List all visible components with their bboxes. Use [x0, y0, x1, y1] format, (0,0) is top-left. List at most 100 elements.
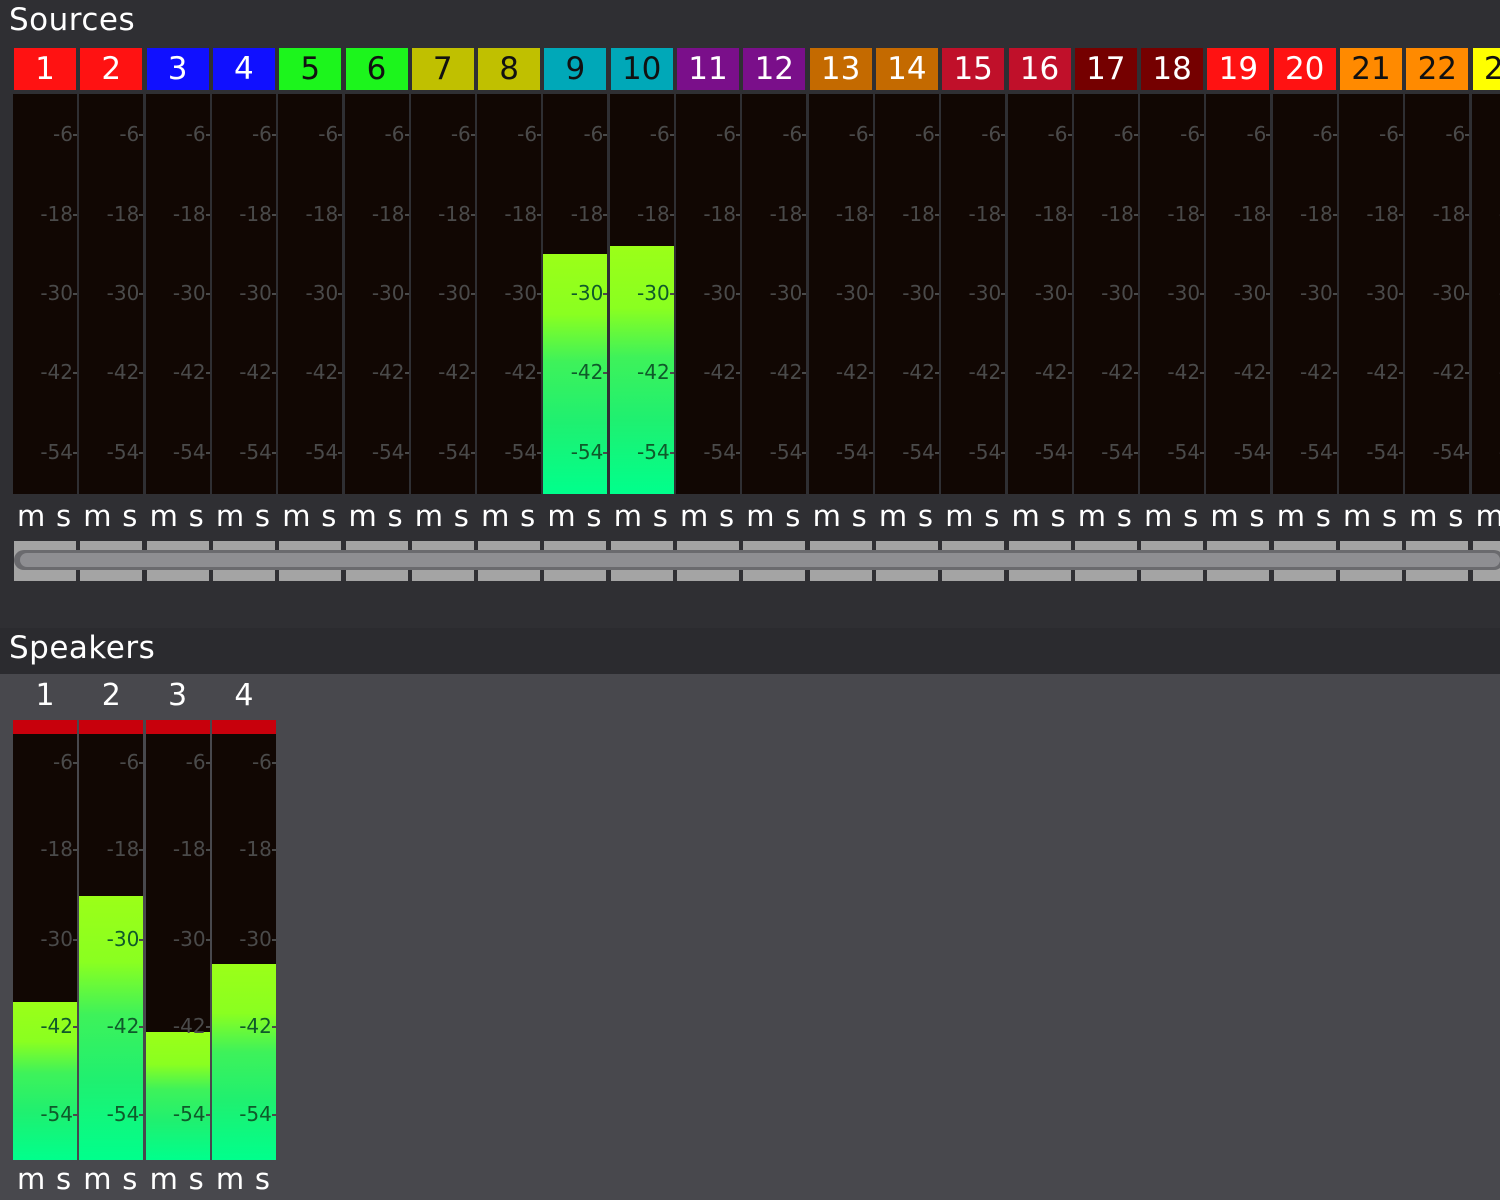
- solo-button[interactable]: s: [1117, 496, 1132, 536]
- mute-button[interactable]: m: [879, 496, 907, 536]
- solo-button[interactable]: s: [918, 496, 933, 536]
- source-label-14[interactable]: 14: [875, 48, 938, 90]
- source-label-8[interactable]: 8: [478, 48, 541, 90]
- mute-button[interactable]: m: [1078, 496, 1106, 536]
- solo-button[interactable]: s: [189, 1159, 204, 1199]
- solo-button[interactable]: s: [984, 496, 999, 536]
- meter-scale-label: -54: [172, 440, 206, 464]
- mute-button[interactable]: m: [1409, 496, 1437, 536]
- meter-scale-label: -54: [239, 440, 272, 464]
- source-label-5[interactable]: 5: [279, 48, 342, 90]
- mute-button[interactable]: m: [614, 496, 642, 536]
- meter-scale-label: -6: [185, 122, 206, 146]
- mute-button[interactable]: m: [1012, 496, 1040, 536]
- meter-scale-label: -30: [106, 927, 140, 951]
- solo-button[interactable]: s: [122, 1159, 137, 1199]
- source-label-23[interactable]: 23: [1472, 48, 1500, 90]
- meter-tick-mark: [139, 134, 144, 136]
- solo-button[interactable]: s: [1448, 496, 1463, 536]
- source-label-2[interactable]: 2: [80, 48, 143, 90]
- source-label-12[interactable]: 12: [743, 48, 806, 90]
- solo-button[interactable]: s: [122, 496, 137, 536]
- meter-scale-label: -18: [172, 202, 206, 226]
- source-label-7[interactable]: 7: [411, 48, 474, 90]
- mute-button[interactable]: m: [680, 496, 708, 536]
- mute-button[interactable]: m: [216, 496, 244, 536]
- mute-button[interactable]: m: [1277, 496, 1305, 536]
- source-label-4[interactable]: 4: [212, 48, 275, 90]
- clip-indicator[interactable]: [211, 720, 276, 734]
- meter-tick-mark: [338, 214, 343, 216]
- solo-button[interactable]: s: [520, 496, 535, 536]
- source-label-3[interactable]: 3: [146, 48, 209, 90]
- solo-button[interactable]: s: [321, 496, 336, 536]
- source-label-17[interactable]: 17: [1074, 48, 1137, 90]
- solo-button[interactable]: s: [719, 496, 734, 536]
- mute-button[interactable]: m: [150, 1159, 178, 1199]
- horizontal-scrollbar-thumb[interactable]: [20, 553, 1500, 567]
- solo-button[interactable]: s: [189, 496, 204, 536]
- solo-button[interactable]: s: [56, 1159, 71, 1199]
- solo-button[interactable]: s: [1249, 496, 1264, 536]
- level-meter: -6 -18 -30 -42 -54: [874, 94, 939, 494]
- solo-button[interactable]: s: [1183, 496, 1198, 536]
- solo-button[interactable]: s: [852, 496, 867, 536]
- meter-scale-label: -30: [968, 281, 1002, 305]
- source-label-18[interactable]: 18: [1141, 48, 1204, 90]
- sources-panel: Sources 1-6-18-30-42-54ms-2-6-18-30-42-5…: [0, 0, 1500, 628]
- mute-button[interactable]: m: [216, 1159, 244, 1199]
- mute-button[interactable]: m: [1144, 496, 1172, 536]
- meter-scale-label: -6: [318, 122, 339, 146]
- meter-tick-mark: [802, 452, 807, 454]
- meter-scale-label: -54: [968, 440, 1002, 464]
- mute-button[interactable]: m: [83, 496, 111, 536]
- solo-button[interactable]: s: [586, 496, 601, 536]
- source-label-13[interactable]: 13: [809, 48, 872, 90]
- meter-scale-label: -54: [40, 440, 73, 464]
- source-label-22[interactable]: 22: [1406, 48, 1469, 90]
- solo-button[interactable]: s: [1316, 496, 1331, 536]
- mute-button[interactable]: m: [481, 496, 509, 536]
- solo-button[interactable]: s: [255, 496, 270, 536]
- meter-tick-mark: [802, 214, 807, 216]
- mute-button[interactable]: m: [17, 1159, 45, 1199]
- source-label-20[interactable]: 20: [1273, 48, 1336, 90]
- mute-button[interactable]: m: [150, 496, 178, 536]
- source-label-21[interactable]: 21: [1340, 48, 1402, 90]
- source-label-15[interactable]: 15: [942, 48, 1005, 90]
- source-label-9[interactable]: 9: [544, 48, 607, 90]
- mute-button[interactable]: m: [1476, 496, 1500, 536]
- solo-button[interactable]: s: [653, 496, 668, 536]
- source-label-11[interactable]: 11: [677, 48, 739, 90]
- meter-tick-mark: [669, 452, 674, 454]
- source-label-19[interactable]: 19: [1207, 48, 1270, 90]
- mute-button[interactable]: m: [415, 496, 443, 536]
- mute-button[interactable]: m: [282, 496, 310, 536]
- meter-tick-mark: [669, 372, 674, 374]
- solo-button[interactable]: s: [1051, 496, 1066, 536]
- solo-button[interactable]: s: [388, 496, 403, 536]
- solo-button[interactable]: s: [454, 496, 469, 536]
- source-label-1[interactable]: 1: [14, 48, 76, 90]
- source-label-10[interactable]: 10: [610, 48, 673, 90]
- solo-button[interactable]: s: [785, 496, 800, 536]
- solo-button[interactable]: s: [1382, 496, 1397, 536]
- mute-button[interactable]: m: [349, 496, 377, 536]
- meter-scale-label: -6: [1482, 123, 1500, 145]
- mute-button[interactable]: m: [945, 496, 973, 536]
- mute-button[interactable]: m: [83, 1159, 111, 1199]
- mute-button[interactable]: m: [17, 496, 45, 536]
- source-label-6[interactable]: 6: [345, 48, 408, 90]
- clip-indicator[interactable]: [79, 720, 144, 734]
- meter-scale-label: -42: [1167, 360, 1201, 384]
- clip-indicator[interactable]: [145, 720, 210, 734]
- solo-button[interactable]: s: [255, 1159, 270, 1199]
- source-label-16[interactable]: 16: [1008, 48, 1071, 90]
- clip-indicator[interactable]: [13, 720, 77, 734]
- mute-button[interactable]: m: [1210, 496, 1238, 536]
- solo-button[interactable]: s: [56, 496, 71, 536]
- mute-button[interactable]: m: [813, 496, 841, 536]
- mute-button[interactable]: m: [547, 496, 575, 536]
- mute-button[interactable]: m: [746, 496, 774, 536]
- mute-button[interactable]: m: [1343, 496, 1371, 536]
